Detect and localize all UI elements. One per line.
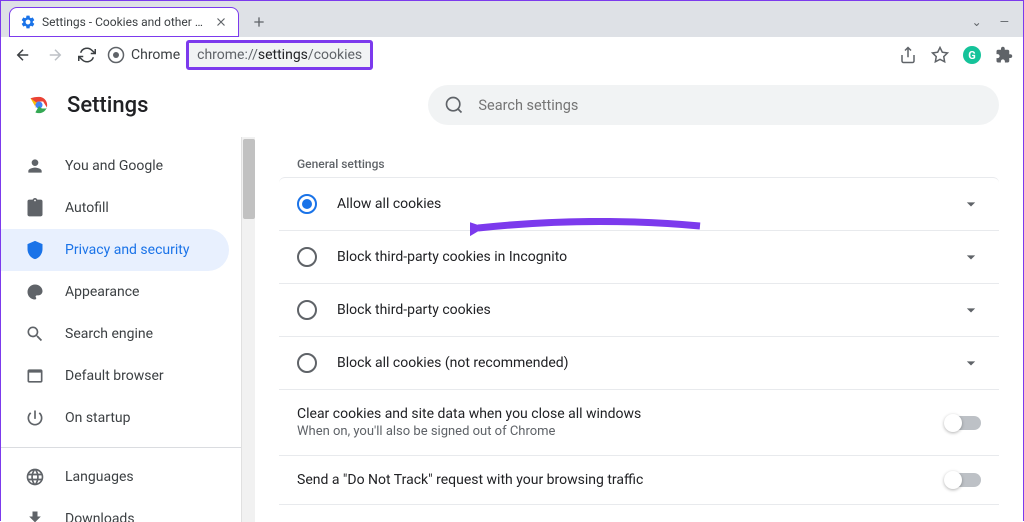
chevron-down-icon[interactable]	[961, 247, 981, 267]
tab-title: Settings - Cookies and other site	[42, 15, 208, 29]
cookie-options-group: Allow all cookies Block third-party cook…	[279, 177, 999, 390]
toggle-clear-cookies[interactable]: Clear cookies and site data when you clo…	[279, 390, 999, 456]
radio-label: Block third-party cookies	[337, 302, 961, 318]
magnify-icon	[25, 324, 45, 344]
toggle-do-not-track[interactable]: Send a "Do Not Track" request with your …	[279, 456, 999, 505]
extensions-icon[interactable]	[995, 46, 1013, 64]
grammarly-extension-icon[interactable]: G	[963, 46, 981, 64]
option-block-all[interactable]: Block all cookies (not recommended)	[279, 337, 999, 390]
sidebar-item-label: Downloads	[65, 511, 135, 522]
toggle-title: Clear cookies and site data when you clo…	[297, 406, 945, 422]
url-text[interactable]: chrome://settings/cookies	[186, 40, 373, 70]
reload-button[interactable]	[75, 43, 99, 67]
search-settings[interactable]	[428, 85, 999, 125]
radio-icon[interactable]	[297, 247, 317, 267]
radio-label: Block all cookies (not recommended)	[337, 355, 961, 371]
search-icon	[444, 95, 464, 115]
page-title: Settings	[67, 93, 148, 118]
sidebar-item-default-browser[interactable]: Default browser	[1, 355, 241, 397]
person-icon	[25, 156, 45, 176]
sidebar-item-label: You and Google	[65, 158, 163, 174]
radio-icon[interactable]	[297, 194, 317, 214]
chevron-down-icon[interactable]	[961, 194, 981, 214]
main-panel: General settings Allow all cookies Block…	[255, 137, 1023, 522]
chrome-logo-icon	[25, 91, 53, 119]
minimize-button[interactable]: —	[1000, 15, 1009, 29]
toggle-switch[interactable]	[945, 473, 981, 487]
browser-chrome: Settings - Cookies and other site ⌄ — Ch…	[1, 1, 1023, 73]
sidebar-item-downloads[interactable]: Downloads	[1, 498, 241, 522]
back-button[interactable]	[11, 43, 35, 67]
sidebar-item-autofill[interactable]: Autofill	[1, 187, 241, 229]
sidebar-item-appearance[interactable]: Appearance	[1, 271, 241, 313]
power-icon	[25, 408, 45, 428]
sidebar-item-languages[interactable]: Languages	[1, 456, 241, 498]
toggle-title: Send a "Do Not Track" request with your …	[297, 472, 945, 488]
option-allow-all[interactable]: Allow all cookies	[279, 177, 999, 231]
search-input[interactable]	[478, 97, 983, 114]
chrome-lock-icon	[107, 46, 125, 64]
browser-window-icon	[25, 366, 45, 386]
radio-label: Block third-party cookies in Incognito	[337, 249, 961, 265]
gear-icon	[20, 14, 36, 30]
globe-icon	[25, 467, 45, 487]
palette-icon	[25, 282, 45, 302]
sidebar-item-label: Appearance	[65, 284, 139, 300]
close-icon[interactable]	[214, 15, 228, 29]
address-bar[interactable]: Chrome chrome://settings/cookies G	[107, 40, 1013, 70]
bookmark-star-icon[interactable]	[931, 46, 949, 64]
download-icon	[25, 509, 45, 522]
chevron-down-icon[interactable]	[961, 300, 981, 320]
sidebar-item-label: Search engine	[65, 326, 153, 342]
content-area: Settings You and Google Autofill Privacy…	[1, 73, 1023, 522]
chevron-down-icon[interactable]	[961, 353, 981, 373]
sidebar-item-label: Autofill	[65, 200, 109, 216]
radio-icon[interactable]	[297, 300, 317, 320]
browser-tab[interactable]: Settings - Cookies and other site	[9, 7, 239, 37]
sidebar-item-label: On startup	[65, 410, 131, 426]
tab-bar: Settings - Cookies and other site ⌄ —	[1, 1, 1023, 37]
chrome-label: Chrome	[131, 47, 180, 63]
sidebar-scrollbar[interactable]	[241, 137, 255, 522]
sidebar-item-label: Default browser	[65, 368, 164, 384]
chevron-down-icon[interactable]: ⌄	[972, 15, 982, 29]
sidebar: You and Google Autofill Privacy and secu…	[1, 137, 241, 522]
toggle-subtitle: When on, you'll also be signed out of Ch…	[297, 424, 945, 439]
sidebar-item-label: Privacy and security	[65, 242, 189, 258]
toolbar: Chrome chrome://settings/cookies G	[1, 37, 1023, 73]
sidebar-item-you-and-google[interactable]: You and Google	[1, 145, 241, 187]
sidebar-item-on-startup[interactable]: On startup	[1, 397, 241, 439]
toggle-switch[interactable]	[945, 416, 981, 430]
section-title: General settings	[279, 157, 999, 171]
radio-label: Allow all cookies	[337, 196, 961, 212]
sidebar-item-privacy[interactable]: Privacy and security	[1, 229, 229, 271]
clipboard-icon	[25, 198, 45, 218]
shield-icon	[25, 240, 45, 260]
sidebar-separator	[1, 447, 241, 448]
window-controls: ⌄ —	[972, 15, 1023, 29]
radio-icon[interactable]	[297, 353, 317, 373]
sidebar-item-label: Languages	[65, 469, 134, 485]
plus-icon	[251, 14, 267, 30]
settings-header: Settings	[1, 73, 1023, 137]
new-tab-button[interactable]	[245, 8, 273, 36]
forward-button[interactable]	[43, 43, 67, 67]
sidebar-item-search-engine[interactable]: Search engine	[1, 313, 241, 355]
option-block-third-party[interactable]: Block third-party cookies	[279, 284, 999, 337]
share-icon[interactable]	[899, 46, 917, 64]
option-block-incognito[interactable]: Block third-party cookies in Incognito	[279, 231, 999, 284]
